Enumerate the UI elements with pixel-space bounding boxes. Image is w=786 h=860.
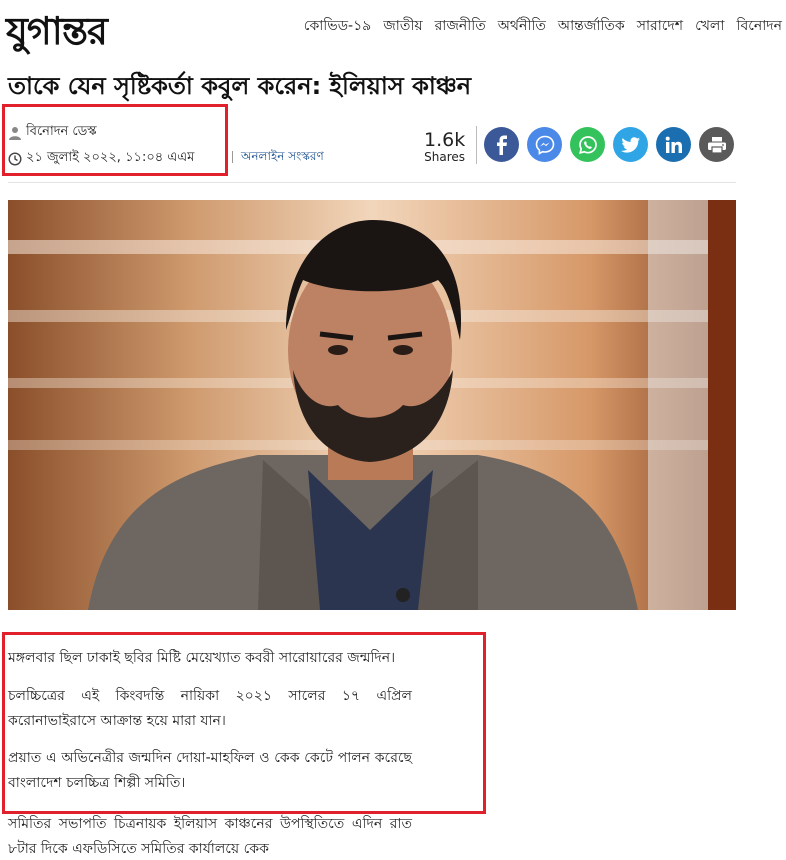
whatsapp-icon xyxy=(578,135,597,154)
paragraph-4: সমিতির সভাপতি চিত্রনায়ক ইলিয়াস কাঞ্চনে… xyxy=(8,816,412,857)
nav-politics[interactable]: রাজনীতি xyxy=(435,14,486,38)
whatsapp-share-button[interactable] xyxy=(570,127,605,162)
share-counter: 1.6k Shares xyxy=(424,130,465,164)
nav-country[interactable]: সারাদেশ xyxy=(637,14,683,38)
twitter-icon xyxy=(620,136,640,153)
date-line: ২১ জুলাই ২০২২, ১১:০৪ এএম xyxy=(8,148,194,169)
messenger-share-button[interactable] xyxy=(527,127,562,162)
nav-national[interactable]: জাতীয় xyxy=(383,14,422,38)
nav-covid[interactable]: কোভিড-১৯ xyxy=(304,14,372,38)
share-label: Shares xyxy=(424,150,466,164)
divider xyxy=(232,150,233,163)
publish-date: ২১ জুলাই ২০২২, ১১:০৪ এএম xyxy=(26,150,195,165)
share-divider xyxy=(476,126,477,164)
linkedin-icon xyxy=(665,136,682,153)
paragraph-3: প্রয়াত এ অভিনেত্রীর জন্মদিন দোয়া-মাহফি… xyxy=(8,750,412,791)
author-name[interactable]: বিনোদন ডেস্ক xyxy=(26,122,97,143)
author-line: বিনোদন ডেস্ক xyxy=(8,122,97,143)
portrait-illustration xyxy=(8,200,736,610)
facebook-share-button[interactable] xyxy=(484,127,519,162)
nav-sports[interactable]: খেলা xyxy=(695,14,724,38)
clock-icon xyxy=(8,151,22,166)
print-icon xyxy=(707,136,726,154)
site-logo[interactable]: যুগান্তর xyxy=(6,2,108,66)
messenger-icon xyxy=(535,135,554,155)
online-edition-link[interactable]: অনলাইন সংস্করণ xyxy=(241,149,324,163)
print-button[interactable] xyxy=(699,127,734,162)
online-edition: অনলাইন সংস্করণ xyxy=(232,148,324,168)
paragraph-2: চলচ্চিত্রের এই কিংবদন্তি নায়িকা ২০২১ সা… xyxy=(8,688,412,729)
share-count: 1.6k xyxy=(424,129,466,151)
article-photo[interactable] xyxy=(8,200,736,610)
nav-entertainment[interactable]: বিনোদন xyxy=(736,14,782,38)
nav-international[interactable]: আন্তর্জাতিক xyxy=(558,14,625,38)
twitter-share-button[interactable] xyxy=(613,127,648,162)
paragraph-1: মঙ্গলবার ছিল ঢাকাই ছবির মিষ্টি মেয়েখ্যা… xyxy=(8,650,396,666)
main-nav: কোভিড-১৯ জাতীয় রাজনীতি অর্থনীতি আন্তর্জ… xyxy=(304,14,782,38)
site-header: যুগান্তর কোভিড-১৯ জাতীয় রাজনীতি অর্থনীত… xyxy=(0,0,786,53)
linkedin-share-button[interactable] xyxy=(656,127,691,162)
user-icon xyxy=(9,126,21,140)
header-divider xyxy=(8,182,736,183)
facebook-icon xyxy=(496,135,507,155)
article-headline: তাকে যেন সৃষ্টিকর্তা কবুল করেন: ইলিয়াস … xyxy=(8,72,472,100)
nav-economy[interactable]: অর্থনীতি xyxy=(498,14,546,38)
